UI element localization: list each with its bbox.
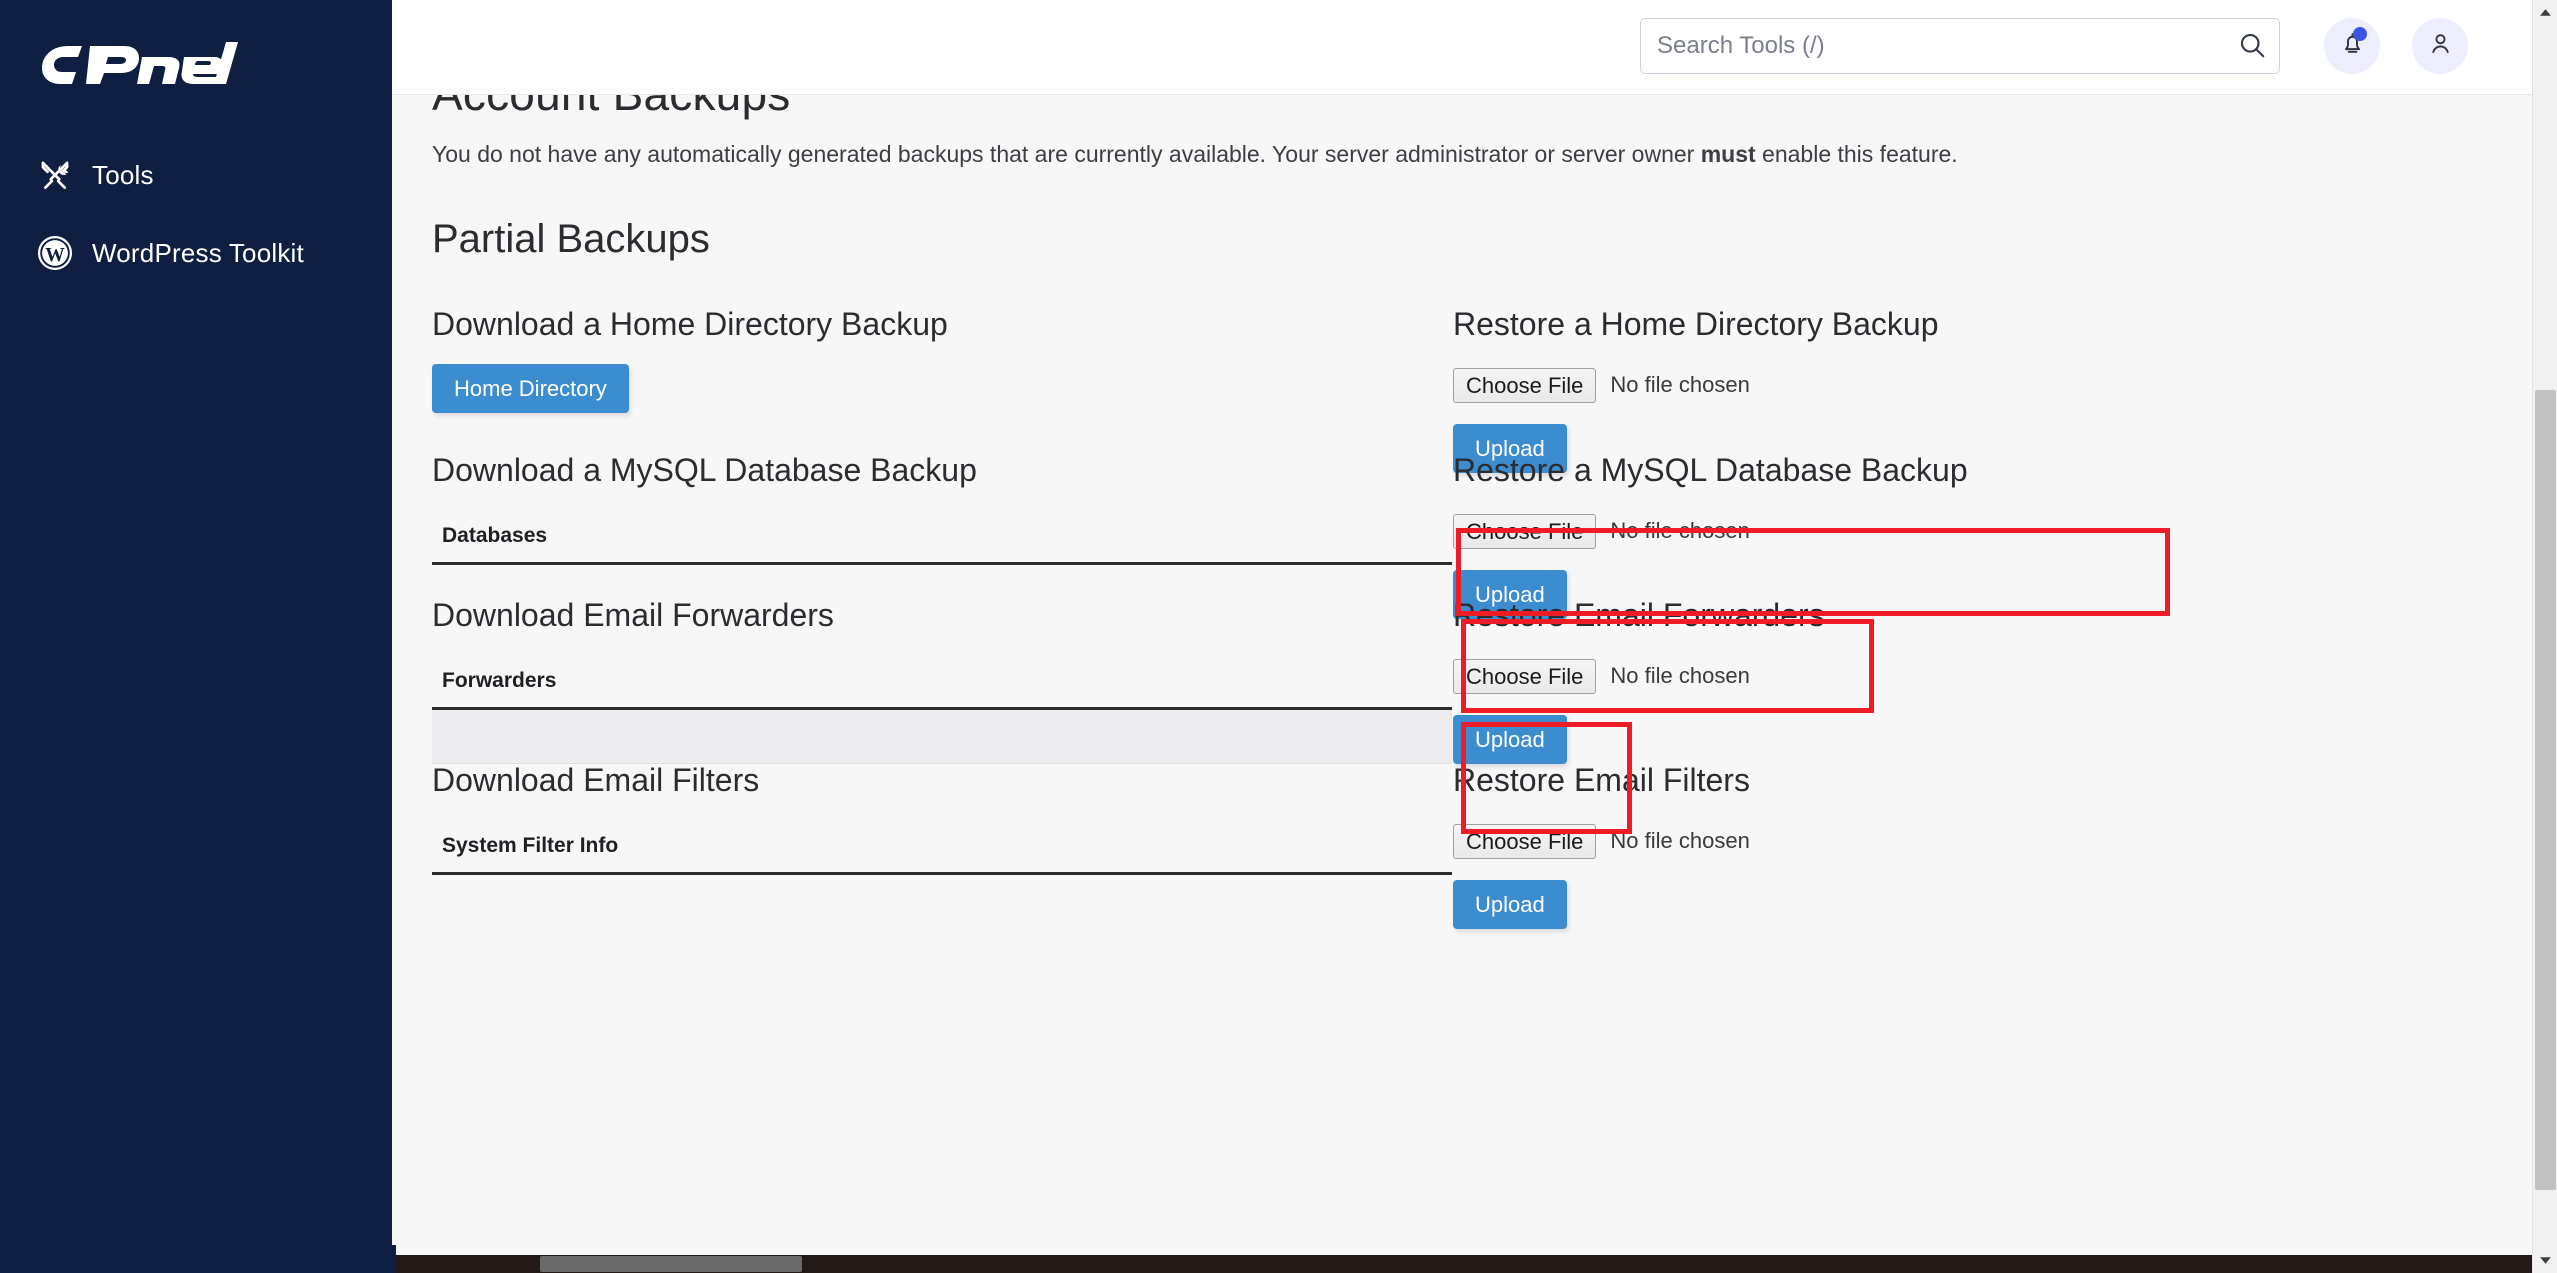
system-filter-info-table-header: System Filter Info	[432, 834, 1452, 876]
forwarders-table-header: Forwarders	[432, 669, 1452, 711]
download-home-directory-heading: Download a Home Directory Backup	[432, 306, 948, 342]
wordpress-icon: W	[36, 234, 74, 272]
restore-email-forwarders-block: Restore Email Forwarders Choose File No …	[1453, 597, 2473, 765]
restore-email-filters-block: Restore Email Filters Choose File No fil…	[1453, 762, 2473, 930]
notification-badge	[2353, 27, 2367, 41]
file-name-label: No file chosen	[1610, 663, 1750, 689]
download-email-filters-heading: Download Email Filters	[432, 762, 760, 798]
cpanel-logo[interactable]	[38, 38, 278, 96]
table-row	[432, 710, 1452, 765]
download-home-directory-block: Download a Home Directory Backup Home Di…	[432, 306, 1452, 414]
choose-file-button[interactable]: Choose File	[1453, 513, 1597, 549]
scroll-up-arrow-icon[interactable]	[2533, 0, 2557, 25]
restore-home-directory-block: Restore a Home Directory Backup Choose F…	[1453, 306, 2473, 474]
restore-email-filters-file-input[interactable]: Choose File No file chosen	[1453, 823, 2473, 859]
page-title: Account Backups	[432, 95, 790, 121]
notifications-button[interactable]	[2324, 18, 2380, 74]
restore-email-forwarders-heading: Restore Email Forwarders	[1453, 597, 1825, 633]
restore-email-forwarders-file-input[interactable]: Choose File No file chosen	[1453, 658, 2473, 694]
file-name-label: No file chosen	[1610, 518, 1750, 544]
databases-table-header: Databases	[432, 524, 1452, 566]
restore-email-forwarders-upload-button[interactable]: Upload	[1453, 715, 1567, 765]
restore-home-directory-heading: Restore a Home Directory Backup	[1453, 306, 1939, 342]
horizontal-scrollbar[interactable]	[392, 1255, 2532, 1273]
page-description-suffix: enable this feature.	[1755, 141, 1958, 167]
scroll-down-arrow-icon[interactable]	[2533, 1248, 2557, 1273]
download-email-filters-block: Download Email Filters System Filter Inf…	[432, 762, 1452, 929]
sidebar-item-label: Tools	[92, 159, 154, 190]
search-icon	[2237, 30, 2267, 63]
restore-email-filters-heading: Restore Email Filters	[1453, 762, 1750, 798]
content-edge-divider	[392, 1245, 396, 1273]
sidebar-item-label: WordPress Toolkit	[92, 237, 304, 268]
tools-icon	[36, 156, 74, 194]
file-name-label: No file chosen	[1610, 372, 1750, 398]
vertical-scrollbar[interactable]	[2532, 0, 2557, 1273]
page-description-emphasis: must	[1700, 141, 1756, 167]
page-description-prefix: You do not have any automatically genera…	[432, 141, 1701, 167]
download-email-forwarders-block: Download Email Forwarders Forwarders	[432, 597, 1452, 765]
top-header	[392, 0, 2532, 95]
restore-email-filters-upload-button[interactable]: Upload	[1453, 880, 1567, 930]
search-input[interactable]	[1641, 19, 2225, 73]
cpanel-app: Tools W WordPress Toolkit Search Tools (…	[0, 0, 2557, 1273]
sidebar-item-wordpress-toolkit[interactable]: W WordPress Toolkit	[0, 225, 392, 281]
choose-file-button[interactable]: Choose File	[1453, 367, 1597, 403]
main-content: Account Backups You do not have any auto…	[392, 95, 2532, 1255]
forwarders-table: Forwarders	[432, 669, 1452, 765]
svg-text:W: W	[45, 245, 65, 266]
restore-home-directory-file-input[interactable]: Choose File No file chosen	[1453, 367, 2473, 403]
system-filter-info-table: System Filter Info	[432, 834, 1452, 929]
restore-mysql-heading: Restore a MySQL Database Backup	[1453, 452, 1968, 488]
search-button[interactable]	[2225, 19, 2279, 73]
sidebar: Tools W WordPress Toolkit	[0, 0, 392, 1273]
file-name-label: No file chosen	[1610, 828, 1750, 854]
home-directory-download-button[interactable]: Home Directory	[432, 364, 629, 414]
sidebar-item-tools[interactable]: Tools	[0, 147, 392, 203]
search-bar[interactable]	[1640, 18, 2280, 74]
user-icon	[2427, 30, 2454, 62]
page-description: You do not have any automatically genera…	[432, 141, 1958, 168]
download-email-forwarders-heading: Download Email Forwarders	[432, 597, 834, 633]
account-button[interactable]	[2412, 18, 2468, 74]
vertical-scrollbar-thumb[interactable]	[2535, 390, 2556, 1190]
horizontal-scrollbar-thumb[interactable]	[540, 1256, 802, 1272]
choose-file-button[interactable]: Choose File	[1453, 658, 1597, 694]
restore-mysql-block: Restore a MySQL Database Backup Choose F…	[1453, 452, 2473, 620]
choose-file-button[interactable]: Choose File	[1453, 823, 1597, 859]
restore-mysql-file-input[interactable]: Choose File No file chosen	[1453, 513, 2473, 549]
download-mysql-block: Download a MySQL Database Backup Databas…	[432, 452, 1452, 619]
section-title-partial-backups: Partial Backups	[432, 217, 710, 261]
download-mysql-heading: Download a MySQL Database Backup	[432, 452, 977, 488]
table-row	[432, 875, 1452, 929]
